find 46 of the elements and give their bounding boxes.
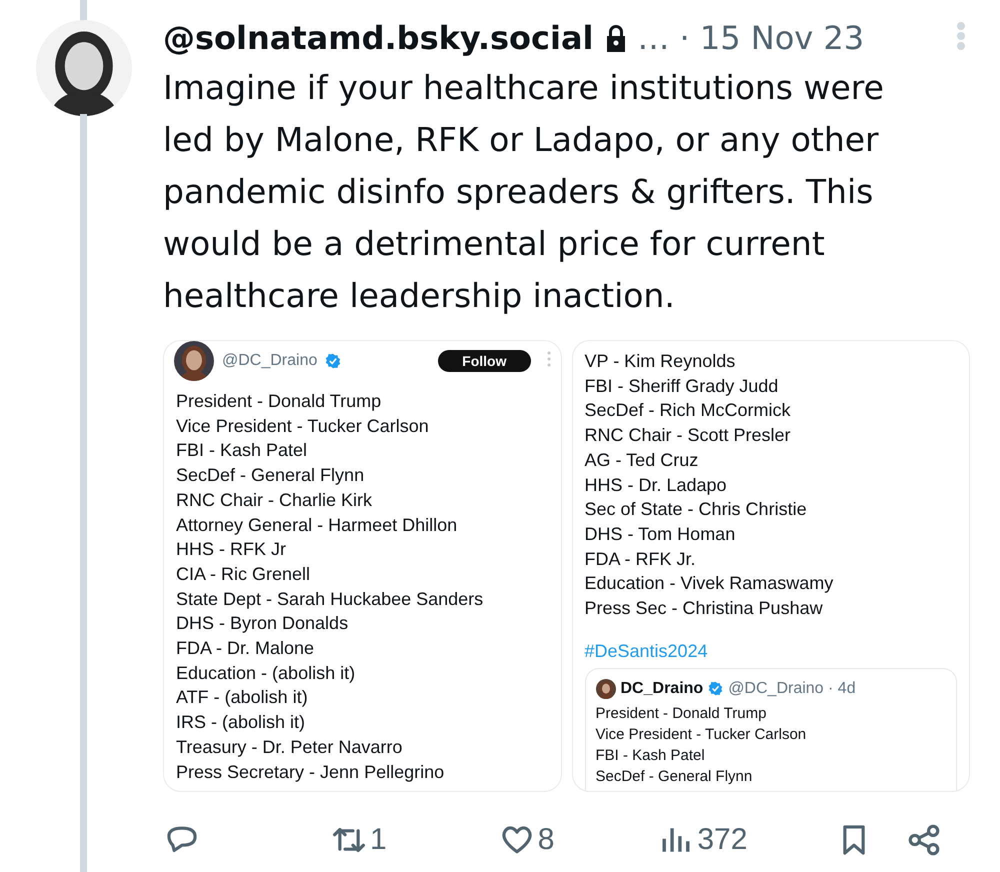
list-line: FDA - RFK Jr. [584, 548, 697, 571]
list-line: CIA - Ric Grenell [176, 562, 312, 586]
list-line: SecDef - General Flynn [596, 766, 754, 787]
like-button[interactable]: 8 [500, 823, 554, 857]
list-line: DHS - Tom Homan [584, 522, 736, 546]
list-line: FBI - Kash Patel [596, 746, 706, 766]
follow-button[interactable]: Follow [438, 350, 530, 372]
views-button[interactable]: 372 [659, 823, 748, 857]
list-line: Sec of State - Chris Christie [584, 498, 808, 522]
share-button[interactable] [907, 823, 942, 857]
list-line: HHS - Dr. Ladapo [584, 474, 728, 497]
list-line: Vice President - Tucker Carlson [596, 724, 808, 745]
list-line: SecDef - Rich McCormick [584, 399, 792, 422]
user-name: DC_Draino [620, 680, 704, 698]
more-text: … [638, 19, 670, 57]
list-line: ATF - (abolish it) [176, 686, 309, 710]
list-line: HHS - RFK Jr [176, 538, 287, 562]
list-line: RNC Chair - Scott Presler [584, 424, 792, 448]
list-line: President - Donald Trump [596, 704, 768, 724]
list-line: Attorney General - Harmeet Dhillon [176, 514, 458, 537]
post-text: Imagine if your healthcare institutions were led by Malone, RFK or Ladapo, or any other pandemic disinfo spreaders & grifters. This would be a detrimental price for current healthcare leadership inaction. [163, 67, 885, 317]
list-line: Education - (abolish it) [176, 662, 356, 685]
list-line: DHS - Byron Donalds [176, 612, 350, 636]
list-line: FDA - Dr. Malone [176, 637, 316, 660]
list-line: FBI - Kash Patel [176, 439, 308, 462]
list-line: Vice President - Tucker Carlson [176, 414, 430, 438]
list-line: SecDef - General Flynn [176, 464, 366, 488]
list-line: Education - Vivek Ramaswamy [584, 572, 834, 596]
list-line: VP - Kim Reynolds [584, 350, 736, 373]
handle-time: @DC_Draino · 4d [728, 680, 856, 698]
quoted-post[interactable]: DC_Draino @DC_Draino · 4d President - Donald Trump Vice President - Tucker Carlson FBI - Kash Patel SecDef - General Flynn [584, 668, 957, 791]
list-line: President - Donald Trump [176, 390, 382, 413]
repost-button[interactable]: 1 [332, 823, 387, 857]
post-date[interactable]: · 15 Nov 23 [680, 19, 864, 57]
list-line: State Dept - Sarah Huckabee Sanders [176, 588, 484, 611]
list-line: RNC Chair - Charlie Kirk [176, 488, 374, 512]
list-line: FBI - Sheriff Grady Judd [584, 374, 780, 398]
more-icon [546, 350, 550, 366]
user-handle: @DC_Draino [222, 352, 318, 370]
list-line: IRS - (abolish it) [176, 711, 306, 734]
share-icon [907, 823, 942, 857]
list-line: Press Sec - Christina Pushaw [584, 597, 824, 620]
user-handle[interactable]: @solnatamd.bsky.social [163, 19, 594, 57]
list-line: Press Secretary - Jenn Pellegrino [176, 760, 446, 784]
list-line: AG - Ted Cruz [584, 448, 700, 472]
list-line: Treasury - Dr. Peter Navarro [176, 736, 404, 759]
